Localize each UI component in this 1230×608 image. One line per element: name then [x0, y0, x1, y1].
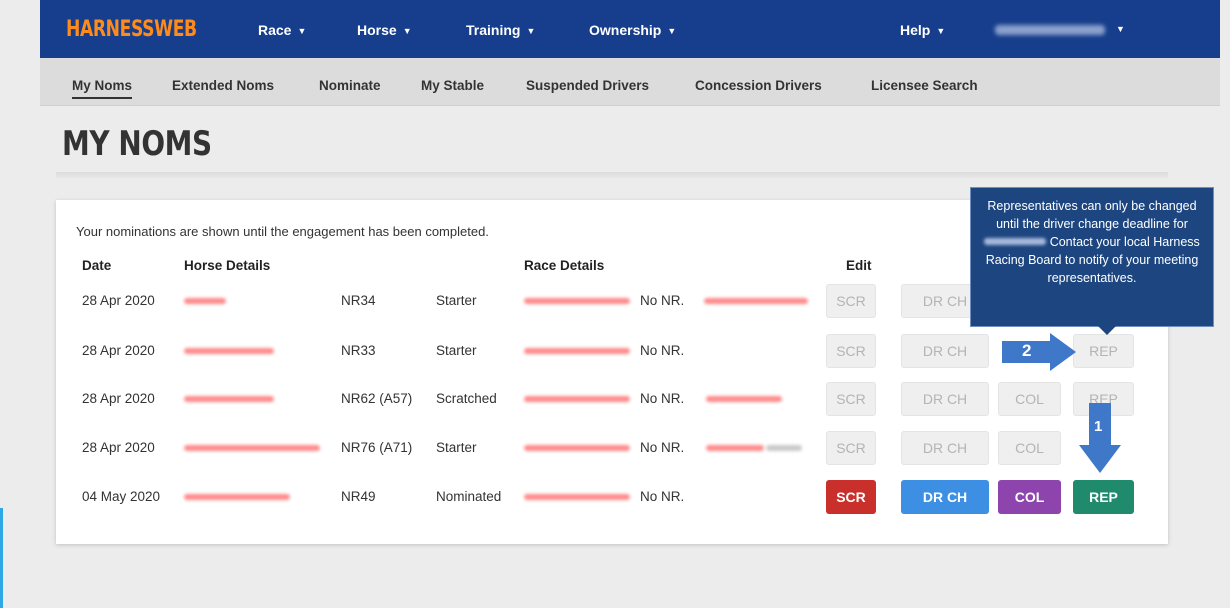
row-race-nr: No NR.: [640, 440, 685, 455]
caret-down-icon: ▼: [402, 26, 412, 36]
caret-down-icon: ▼: [297, 26, 307, 36]
driver-name-redacted: [706, 445, 764, 451]
subnav-my-noms[interactable]: My Noms: [72, 78, 133, 99]
intro-text: Your nominations are shown until the eng…: [76, 224, 489, 239]
driver-change-button[interactable]: DR CH: [901, 431, 989, 465]
table-row: 28 Apr 2020 NR62 (A57) Scratched No NR. …: [56, 378, 1168, 418]
subnav-licensee-search[interactable]: Licensee Search: [871, 78, 978, 93]
driver-name-redacted: [704, 298, 808, 304]
meeting-date-redacted: [984, 238, 1047, 245]
nav-ownership-label: Ownership: [589, 22, 662, 38]
scratch-button[interactable]: SCR: [826, 480, 876, 514]
representatives-tooltip: Representatives can only be changed unti…: [970, 187, 1214, 327]
row-status: Starter: [436, 343, 477, 358]
page-edge-accent: [0, 508, 3, 608]
row-nr: NR33: [341, 343, 376, 358]
colours-button[interactable]: COL: [998, 480, 1061, 514]
horse-name-redacted: [184, 348, 274, 354]
callout-number-1: 1: [1094, 418, 1103, 435]
nav-race-label: Race: [258, 22, 292, 38]
tooltip-pointer: [1098, 326, 1116, 335]
row-status: Starter: [436, 440, 477, 455]
brand-logo[interactable]: HARNESSWEB: [62, 17, 234, 42]
caret-down-icon: ▼: [667, 26, 677, 36]
nav-ownership[interactable]: Ownership ▼: [589, 22, 676, 38]
nav-training[interactable]: Training ▼: [466, 22, 535, 38]
header-horse-details: Horse Details: [184, 258, 271, 273]
driver-name-redacted: [706, 396, 782, 402]
driver-concession-redacted: [766, 445, 802, 451]
scratch-button[interactable]: SCR: [826, 382, 876, 416]
row-race-nr: No NR.: [640, 293, 685, 308]
driver-change-button[interactable]: DR CH: [901, 382, 989, 416]
driver-change-button[interactable]: DR CH: [901, 334, 989, 368]
row-status: Starter: [436, 293, 477, 308]
top-navbar: HARNESSWEB Race ▼ Horse ▼ Training ▼ Owners…: [40, 0, 1220, 58]
representatives-button[interactable]: REP: [1073, 334, 1134, 368]
caret-down-icon: ▼: [526, 26, 536, 36]
callout-arrow-down-icon: [1079, 403, 1121, 473]
tooltip-text-before: Representatives can only be changed unti…: [987, 199, 1197, 231]
row-race-nr: No NR.: [640, 343, 685, 358]
row-nr: NR76 (A71): [341, 440, 413, 455]
race-code-redacted: [524, 445, 630, 451]
row-date: 28 Apr 2020: [82, 293, 155, 308]
row-date: 28 Apr 2020: [82, 391, 155, 406]
subnav-suspended-drivers[interactable]: Suspended Drivers: [526, 78, 649, 93]
row-status: Scratched: [436, 391, 497, 406]
user-menu[interactable]: [995, 25, 1105, 35]
row-race-nr: No NR.: [640, 391, 685, 406]
scratch-button[interactable]: SCR: [826, 334, 876, 368]
sub-navbar: My Noms Extended Noms Nominate My Stable…: [40, 58, 1220, 106]
nav-horse[interactable]: Horse ▼: [357, 22, 412, 38]
nav-help[interactable]: Help ▼: [900, 22, 945, 38]
horse-name-redacted: [184, 298, 226, 304]
header-date: Date: [82, 258, 112, 273]
row-nr: NR49: [341, 489, 376, 504]
nav-help-label: Help: [900, 22, 931, 38]
row-status: Nominated: [436, 489, 502, 504]
subnav-my-stable[interactable]: My Stable: [421, 78, 484, 93]
table-row: 04 May 2020 NR49 Nominated No NR. SCR DR…: [56, 476, 1168, 516]
subnav-nominate[interactable]: Nominate: [319, 78, 381, 93]
horse-name-redacted: [184, 494, 290, 500]
race-code-redacted: [524, 396, 630, 402]
scratch-button[interactable]: SCR: [826, 431, 876, 465]
horse-name-redacted: [184, 445, 320, 451]
horse-name-redacted: [184, 396, 274, 402]
race-code-redacted: [524, 348, 630, 354]
row-date: 28 Apr 2020: [82, 343, 155, 358]
subnav-concession-drivers[interactable]: Concession Drivers: [695, 78, 822, 93]
user-caret-down-icon: ▼: [1116, 24, 1125, 34]
nav-training-label: Training: [466, 22, 521, 38]
row-nr: NR62 (A57): [341, 391, 413, 406]
row-nr: NR34: [341, 293, 376, 308]
brand-name: HARNESSWEB: [66, 16, 198, 42]
race-code-redacted: [524, 494, 630, 500]
callout-arrow-right-icon: [1002, 333, 1076, 371]
row-date: 04 May 2020: [82, 489, 161, 504]
callout-number-2: 2: [1022, 341, 1032, 360]
representatives-button[interactable]: REP: [1073, 480, 1134, 514]
page-title: MY NOMS: [62, 124, 212, 164]
header-race-details: Race Details: [524, 258, 605, 273]
colours-button[interactable]: COL: [998, 431, 1061, 465]
row-date: 28 Apr 2020: [82, 440, 155, 455]
race-code-redacted: [524, 298, 630, 304]
nav-horse-label: Horse: [357, 22, 397, 38]
nav-race[interactable]: Race ▼: [258, 22, 306, 38]
title-divider: [56, 172, 1168, 178]
scratch-button[interactable]: SCR: [826, 284, 876, 318]
colours-button[interactable]: COL: [998, 382, 1061, 416]
driver-change-button[interactable]: DR CH: [901, 480, 989, 514]
header-edit: Edit: [846, 258, 872, 273]
subnav-extended-noms[interactable]: Extended Noms: [172, 78, 274, 93]
table-row: 28 Apr 2020 NR76 (A71) Starter No NR. SC…: [56, 427, 1168, 467]
caret-down-icon: ▼: [936, 26, 946, 36]
row-race-nr: No NR.: [640, 489, 685, 504]
